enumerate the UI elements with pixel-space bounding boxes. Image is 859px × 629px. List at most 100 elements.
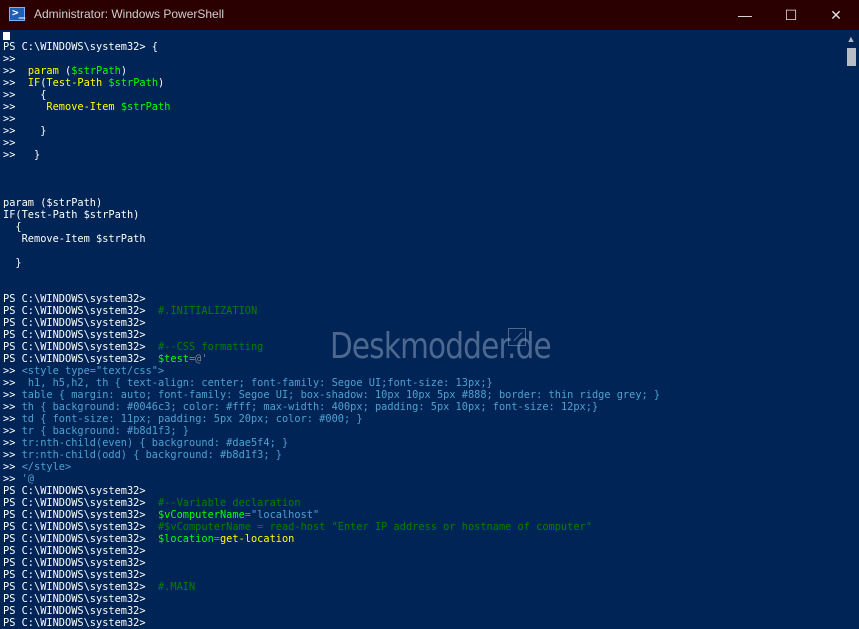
console-line: param ($strPath) <box>3 197 102 209</box>
console-line: PS C:\WINDOWS\system32> #.MAIN <box>3 581 195 593</box>
console-text: PS C:\WINDOWS\system32> <box>3 305 158 317</box>
console-line: >> h1, h5,h2, th { text-align: center; f… <box>3 377 493 389</box>
console-text: $strPath <box>71 65 121 77</box>
console-text: $strPath <box>108 77 159 89</box>
console-line: >> } <box>3 149 40 161</box>
console-line: >> td { font-size: 11px; padding: 5px 20… <box>3 413 363 425</box>
console-line: >> '@ <box>3 473 34 485</box>
console-line: >> tr:nth-child(even) { background: #dae… <box>3 437 288 449</box>
console-text: >> } <box>3 125 47 137</box>
console-text: PS C:\WINDOWS\system32> <box>3 557 146 569</box>
console-line: >> <box>3 113 15 125</box>
console-text: >> <box>3 461 22 473</box>
powershell-window: >_ Administrator: Windows PowerShell — ☐… <box>0 0 859 629</box>
console-text: } <box>3 257 22 269</box>
console-text: $location <box>157 533 214 545</box>
scrollbar-thumb[interactable] <box>847 48 856 66</box>
console-text: >> <box>3 377 28 389</box>
console-line: >> } <box>3 125 46 137</box>
console-text: PS C:\WINDOWS\system32> <box>3 581 158 593</box>
console-line: PS C:\WINDOWS\system32> <box>3 485 146 497</box>
console-text: >> <box>3 473 22 485</box>
console-line: >> tr:nth-child(odd) { background: #b8d1… <box>3 449 282 461</box>
console-text: >> <box>3 425 22 437</box>
console-text: $strPath <box>120 101 171 113</box>
console-text: Remove-Item <box>46 101 121 113</box>
console-text: h1, h5,h2, th { text-align: center; font… <box>27 377 493 389</box>
console-text: $test <box>157 353 189 365</box>
console-line: PS C:\WINDOWS\system32> #--CSS formattin… <box>3 341 263 353</box>
console-text: >> <box>3 449 22 461</box>
console-text: PS C:\WINDOWS\system32> <box>3 533 158 545</box>
console-line: PS C:\WINDOWS\system32> <box>3 569 146 581</box>
console-line: PS C:\WINDOWS\system32> { <box>3 41 158 53</box>
console-text: >> { <box>3 89 47 101</box>
console-output[interactable]: Deskmodder.de PS C:\WINDOWS\system32> {>… <box>0 30 843 629</box>
console-text: tr:nth-child(odd) { background: #b8d1f3;… <box>21 449 282 461</box>
console-text: >> <box>3 101 47 113</box>
edit-icon <box>508 328 526 346</box>
console-line: } <box>3 257 22 269</box>
console-text: >> <box>3 389 22 401</box>
console-text: { <box>3 221 22 233</box>
console-line: >> <style type="text/css"> <box>3 365 164 377</box>
console-line: >> IF(Test-Path $strPath) <box>3 77 164 89</box>
console-text: Test-Path <box>46 77 109 89</box>
console-text: PS C:\WINDOWS\system32> <box>3 593 146 605</box>
console-text: >> <box>3 65 28 77</box>
text-cursor <box>3 32 10 40</box>
console-text: PS C:\WINDOWS\system32> <box>3 509 158 521</box>
console-text: PS C:\WINDOWS\system32> <box>3 569 146 581</box>
console-line: PS C:\WINDOWS\system32> #--Variable decl… <box>3 497 301 509</box>
console-text: >> <box>3 113 16 125</box>
console-text: PS C:\WINDOWS\system32> <box>3 341 158 353</box>
console-text: PS C:\WINDOWS\system32> <box>3 329 146 341</box>
console-line: >> { <box>3 89 46 101</box>
console-line: PS C:\WINDOWS\system32> $location=get-lo… <box>3 533 294 545</box>
powershell-icon[interactable]: >_ <box>9 6 25 21</box>
console-text: >> } <box>3 149 41 161</box>
console-line: >> </style> <box>3 461 71 473</box>
maximize-button[interactable]: ☐ <box>768 0 814 30</box>
close-button[interactable]: ✕ <box>813 0 859 30</box>
console-line: PS C:\WINDOWS\system32> <box>3 545 146 557</box>
console-line: >> table { margin: auto; font-family: Se… <box>3 389 660 401</box>
console-text: >> <box>3 77 28 89</box>
console-text: ) <box>120 65 128 77</box>
console-text: td { font-size: 11px; padding: 5px 20px;… <box>21 413 363 425</box>
console-line: { <box>3 221 22 233</box>
title-bar[interactable]: >_ Administrator: Windows PowerShell — ☐… <box>0 0 859 30</box>
window-title: Administrator: Windows PowerShell <box>34 7 225 21</box>
console-line: >> Remove-Item $strPath <box>3 101 170 113</box>
console-text: PS C:\WINDOWS\system32> <box>3 293 146 305</box>
console-text: PS C:\WINDOWS\system32> <box>3 545 146 557</box>
console-text: IF <box>27 77 41 89</box>
console-text: PS C:\WINDOWS\system32> <box>3 521 158 533</box>
minimize-button[interactable]: — <box>722 0 768 30</box>
console-line: >> param ($strPath) <box>3 65 127 77</box>
console-line: Remove-Item $strPath <box>3 233 146 245</box>
console-text: $vComputerName <box>157 509 245 521</box>
console-text: #--Variable declaration <box>157 497 301 509</box>
console-text: PS C:\WINDOWS\system32> <box>3 605 146 617</box>
console-line: PS C:\WINDOWS\system32> <box>3 317 146 329</box>
console-line: IF(Test-Path $strPath) <box>3 209 139 221</box>
console-line: PS C:\WINDOWS\system32> #.INITIALIZATION <box>3 305 257 317</box>
console-text: PS C:\WINDOWS\system32> <box>3 485 146 497</box>
console-text: <style type="text/css"> <box>21 365 165 377</box>
console-text: IF(Test-Path $strPath) <box>3 209 140 221</box>
console-text: PS C:\WINDOWS\system32> <box>3 497 158 509</box>
console-text: PS C:\WINDOWS\system32> <box>3 317 146 329</box>
console-text: #.MAIN <box>157 581 196 593</box>
console-text: table { margin: auto; font-family: Segoe… <box>21 389 661 401</box>
vertical-scrollbar[interactable]: ▲ <box>843 30 859 629</box>
console-text: #$vComputerName = read-host "Enter IP ad… <box>157 521 592 533</box>
console-text: ) <box>158 77 165 89</box>
console-line: PS C:\WINDOWS\system32> <box>3 605 146 617</box>
console-line: PS C:\WINDOWS\system32> <box>3 593 146 605</box>
console-line: >> <box>3 137 15 149</box>
console-text: param <box>27 65 66 77</box>
console-text: PS C:\WINDOWS\system32> { <box>3 41 158 53</box>
scroll-up-icon[interactable]: ▲ <box>843 32 859 46</box>
console-text: Remove-Item $strPath <box>3 233 146 245</box>
